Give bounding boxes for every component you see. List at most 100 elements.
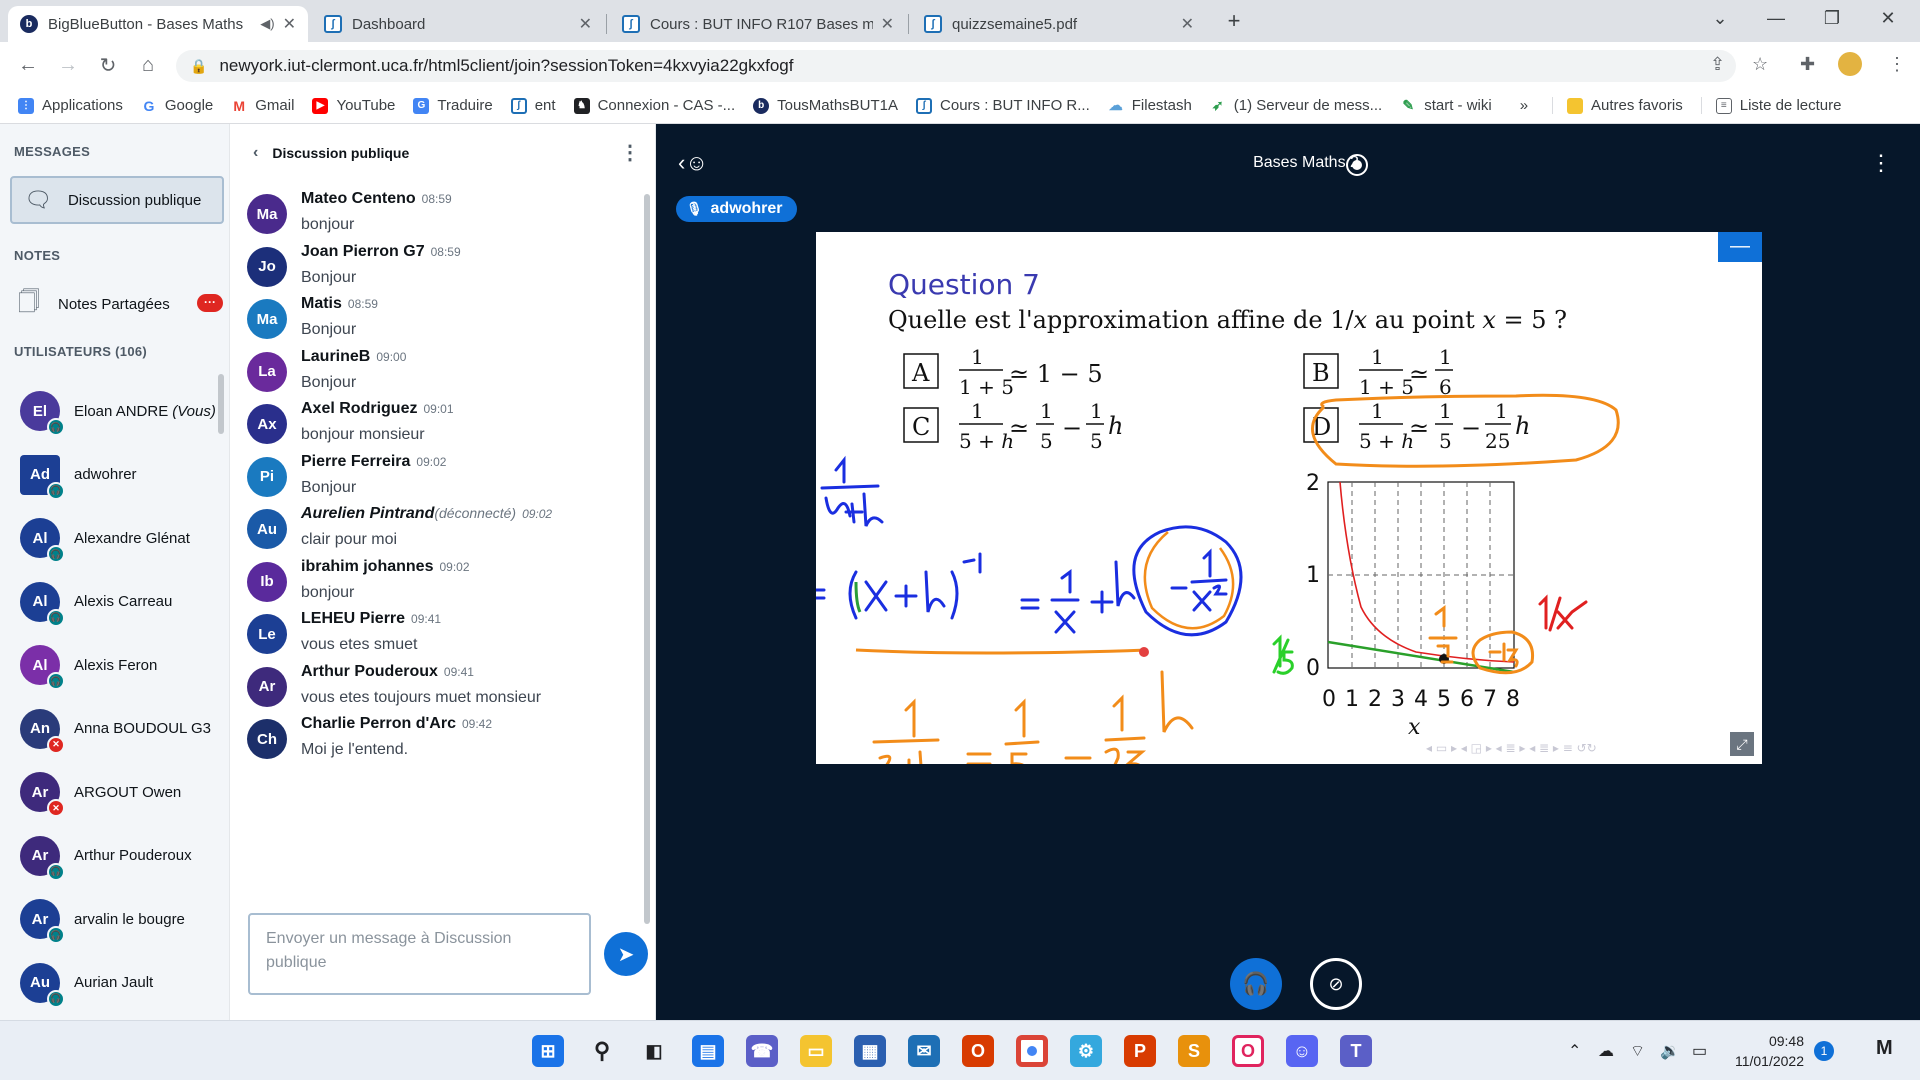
chevron-up-icon[interactable]: ⌃ [1568, 1041, 1581, 1061]
volume-icon[interactable]: 🔉 [1660, 1041, 1680, 1061]
tab-quizz[interactable]: ʃ quizzsemaine5.pdf ✕ [912, 6, 1206, 42]
bookmark-wiki[interactable]: ✎ start - wiki [1400, 97, 1492, 114]
bookmark-cas[interactable]: ♞ Connexion - CAS -... [573, 97, 735, 114]
svg-text:−: − [1062, 414, 1082, 442]
mail-icon[interactable]: ✉ [908, 1035, 940, 1067]
profile-avatar[interactable] [1838, 52, 1862, 76]
close-window-icon[interactable]: ✕ [1868, 8, 1908, 29]
reload-icon[interactable]: ↻ [88, 53, 128, 78]
lock-icon[interactable]: 🔒 [190, 58, 207, 75]
user-list-item[interactable]: Al 🎧 Alexis Carreau [20, 577, 220, 627]
chat-options-icon[interactable]: ⋮ [620, 140, 640, 165]
close-tab-icon[interactable]: ✕ [1181, 14, 1194, 34]
task-view-icon[interactable]: ◧ [638, 1035, 670, 1067]
sublime-icon[interactable]: S [1178, 1035, 1210, 1067]
chat-title[interactable]: Discussion publique [272, 145, 409, 161]
share-icon[interactable]: ⇪ [1710, 54, 1725, 75]
settings-gear-icon[interactable]: ⚙ [1070, 1035, 1102, 1067]
avatar: Ma [247, 299, 287, 339]
battery-icon[interactable]: ▭ [1692, 1041, 1707, 1061]
user-list-item[interactable]: Al 🎧 Alexandre Glénat [20, 513, 220, 563]
new-tab-button[interactable]: + [1214, 8, 1254, 34]
wifi-icon[interactable]: ⌔ [1630, 1041, 1645, 1061]
message-sender: LEHEU Pierre 09:41 [301, 610, 441, 628]
home-icon[interactable]: ⌂ [128, 54, 168, 77]
tab-dashboard[interactable]: ʃ Dashboard ✕ [312, 6, 604, 42]
user-list-item[interactable]: Ar 🎧 Arthur Pouderoux [20, 831, 220, 881]
shared-notes-item[interactable]: 🗍 Notes Partagées [18, 284, 224, 324]
store-icon[interactable]: ▦ [854, 1035, 886, 1067]
presentation-slide[interactable]: Question 7 Quelle est l'approximation af… [816, 232, 1762, 764]
avatar: Ib [247, 561, 287, 602]
options-menu-icon[interactable]: ⋮ [1870, 150, 1892, 176]
bookmark-tousmaths[interactable]: b TousMathsBUT1A [753, 97, 898, 114]
tab-bigbluebutton[interactable]: b BigBlueButton - Bases Maths ◀) ✕ [8, 6, 308, 42]
bookmark-traduire[interactable]: G Traduire [413, 97, 493, 114]
office-icon[interactable]: O [962, 1035, 994, 1067]
share-camera-button[interactable]: ⊘ [1310, 958, 1362, 1010]
extensions-icon[interactable]: ✚ [1800, 54, 1815, 75]
chevron-left-icon[interactable]: ‹ [253, 144, 258, 162]
browser-menu-icon[interactable]: ⋮ [1888, 54, 1906, 75]
teams-icon[interactable]: T [1340, 1035, 1372, 1067]
close-tab-icon[interactable]: ✕ [283, 14, 296, 34]
tab-search-icon[interactable]: ⌄ [1700, 8, 1740, 29]
chat-message-input[interactable]: Envoyer un message à Discussion publique [248, 913, 591, 995]
user-list-item[interactable]: Al 🎧 Alexis Feron [20, 640, 220, 690]
bookmark-google[interactable]: G Google [140, 97, 213, 114]
bookmark-label: Filestash [1131, 97, 1192, 114]
restore-window-icon[interactable]: ❐ [1812, 8, 1852, 29]
notification-badge[interactable]: 1 [1814, 1041, 1834, 1061]
message-time: 09:41 [411, 612, 442, 626]
user-list-scrollbar[interactable] [218, 374, 224, 434]
discord-icon[interactable]: ☺ [1286, 1035, 1318, 1067]
microphone-icon: 🎙 [686, 201, 703, 216]
search-icon[interactable]: ⚲ [586, 1035, 618, 1067]
public-chat-item[interactable]: 🗨 Discussion publique [10, 176, 224, 224]
onedrive-icon[interactable]: ☁ [1598, 1041, 1614, 1061]
toggle-user-list-icon[interactable]: ‹☺ [678, 150, 708, 176]
address-bar[interactable]: 🔒 newyork.iut-clermont.uca.fr/html5clien… [176, 50, 1736, 82]
user-list-item[interactable]: Ar 🎧 arvalin le bougre [20, 894, 220, 944]
minimize-presentation-button[interactable]: — [1718, 232, 1762, 262]
bookmark-star-icon[interactable]: ☆ [1752, 54, 1768, 75]
bookmark-gmail[interactable]: M Gmail [231, 97, 294, 114]
bookmark-cours[interactable]: ʃ Cours : BUT INFO R... [916, 97, 1090, 114]
reading-list-button[interactable]: ≡ Liste de lecture [1700, 97, 1841, 114]
forward-icon[interactable]: → [48, 54, 88, 77]
bookmark-other-favorites[interactable]: Autres favoris [1552, 97, 1683, 114]
bookmarks-more-button[interactable]: » [1520, 97, 1528, 114]
teams-chat-icon[interactable]: ☎ [746, 1035, 778, 1067]
powerpoint-icon[interactable]: P [1124, 1035, 1156, 1067]
chrome-icon[interactable] [1016, 1035, 1048, 1067]
record-icon[interactable] [1346, 154, 1368, 176]
bookmark-ent[interactable]: ʃ ent [510, 97, 556, 114]
bookmark-applications[interactable]: ⋮ Applications [18, 97, 123, 114]
bookmark-youtube[interactable]: ▶ YouTube [312, 97, 395, 114]
user-list-item[interactable]: Ar ✕ ARGOUT Owen [20, 767, 220, 817]
bookmark-serveur[interactable]: ➶ (1) Serveur de mess... [1209, 97, 1382, 114]
system-clock[interactable]: 09:48 11/01/2022 [1728, 1031, 1804, 1071]
user-list-item[interactable]: An ✕ Anna BOUDOUL G3 [20, 704, 220, 754]
windows-start-icon[interactable]: ⊞ [532, 1035, 564, 1067]
back-icon[interactable]: ← [8, 54, 48, 77]
bookmark-filestash[interactable]: ☁ Filestash [1107, 97, 1192, 114]
talking-indicator: 🎙 adwohrer [676, 196, 797, 222]
widgets-icon[interactable]: ▤ [692, 1035, 724, 1067]
chat-scrollbar[interactable] [644, 194, 650, 924]
file-explorer-icon[interactable]: ▭ [800, 1035, 832, 1067]
wiki-icon: ✎ [1400, 97, 1417, 114]
opera-icon[interactable]: O [1232, 1035, 1264, 1067]
fullscreen-icon[interactable]: ⤢ [1730, 732, 1754, 756]
send-message-button[interactable]: ➤ [604, 932, 648, 976]
close-tab-icon[interactable]: ✕ [881, 14, 894, 34]
user-list-item[interactable]: Ad 🎧 adwohrer [20, 450, 220, 500]
speaker-icon[interactable]: ◀) [260, 16, 274, 32]
tab-cours[interactable]: ʃ Cours : BUT INFO R107 Bases ma ✕ [610, 6, 906, 42]
ime-icon[interactable]: M [1876, 1037, 1893, 1060]
minimize-window-icon[interactable]: — [1756, 8, 1796, 29]
user-list-item[interactable]: Au 🎧 Aurian Jault [20, 958, 220, 1008]
leave-audio-button[interactable]: 🎧 [1230, 958, 1282, 1010]
user-list-item[interactable]: El 🎧 Eloan ANDRE (Vous) [20, 386, 220, 436]
close-tab-icon[interactable]: ✕ [579, 14, 592, 34]
